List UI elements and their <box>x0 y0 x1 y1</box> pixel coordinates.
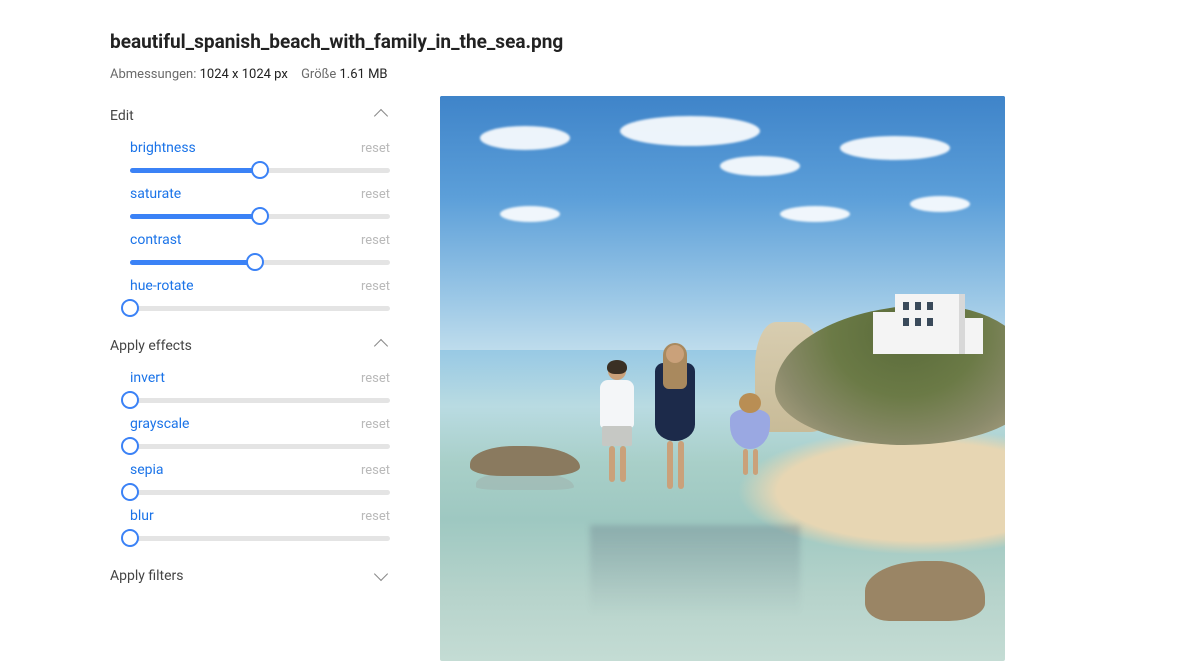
figure-woman <box>655 345 695 489</box>
slider-thumb-blur[interactable] <box>121 529 139 547</box>
slider-thumb-hue-rotate[interactable] <box>121 299 139 317</box>
chevron-up-icon <box>374 339 388 353</box>
slider-thumb-invert[interactable] <box>121 391 139 409</box>
effect-control-sepia: sepia reset <box>130 462 390 502</box>
size-value: 1.61 MB <box>340 67 388 82</box>
section-filters-label: Apply filters <box>110 568 184 584</box>
reset-saturate[interactable]: reset <box>361 187 390 202</box>
reset-invert[interactable]: reset <box>361 371 390 386</box>
slider-label-blur: blur <box>130 508 154 524</box>
reset-sepia[interactable]: reset <box>361 463 390 478</box>
effect-control-blur: blur reset <box>130 508 390 548</box>
dimensions-value: 1024 x 1024 px <box>200 67 288 82</box>
reset-hue-rotate[interactable]: reset <box>361 279 390 294</box>
reset-contrast[interactable]: reset <box>361 233 390 248</box>
section-effects-header[interactable]: Apply effects <box>110 326 390 366</box>
section-filters-header[interactable]: Apply filters <box>110 556 390 596</box>
slider-thumb-sepia[interactable] <box>121 483 139 501</box>
slider-saturate[interactable] <box>130 206 390 226</box>
slider-label-grayscale: grayscale <box>130 416 189 432</box>
slider-label-invert: invert <box>130 370 165 386</box>
slider-brightness[interactable] <box>130 160 390 180</box>
chevron-down-icon <box>374 567 388 581</box>
edit-controls: brightness reset saturate reset contrast rese… <box>110 136 390 326</box>
sidebar: Edit brightnessresetsaturateresetcontras… <box>110 96 390 661</box>
slider-blur[interactable] <box>130 528 390 548</box>
slider-label-contrast: contrast <box>130 232 182 248</box>
slider-label-saturate: saturate <box>130 186 181 202</box>
slider-grayscale[interactable] <box>130 436 390 456</box>
preview-scene <box>440 96 1005 661</box>
slider-thumb-grayscale[interactable] <box>121 437 139 455</box>
section-edit-label: Edit <box>110 108 134 124</box>
section-edit-header[interactable]: Edit <box>110 96 390 136</box>
section-effects-label: Apply effects <box>110 338 192 354</box>
effect-controls: invert reset grayscale reset sepia reset blur r… <box>110 366 390 556</box>
image-preview <box>440 96 1005 661</box>
slider-invert[interactable] <box>130 390 390 410</box>
reset-brightness[interactable]: reset <box>361 141 390 156</box>
slider-sepia[interactable] <box>130 482 390 502</box>
file-title: beautiful_spanish_beach_with_family_in_t… <box>110 30 1200 53</box>
edit-control-saturate: saturate reset <box>130 186 390 226</box>
slider-hue-rotate[interactable] <box>130 298 390 318</box>
slider-thumb-contrast[interactable] <box>246 253 264 271</box>
edit-control-hue-rotate: hue-rotate reset <box>130 278 390 318</box>
reset-blur[interactable]: reset <box>361 509 390 524</box>
slider-contrast[interactable] <box>130 252 390 272</box>
chevron-up-icon <box>374 109 388 123</box>
effect-control-invert: invert reset <box>130 370 390 410</box>
slider-label-hue-rotate: hue-rotate <box>130 278 194 294</box>
slider-label-sepia: sepia <box>130 462 164 478</box>
dimensions-label: Abmessungen: <box>110 67 196 82</box>
figure-girl <box>730 395 770 475</box>
file-meta: Abmessungen: 1024 x 1024 px Größe 1.61 M… <box>110 67 1200 82</box>
slider-label-brightness: brightness <box>130 140 196 156</box>
edit-control-contrast: contrast reset <box>130 232 390 272</box>
slider-thumb-brightness[interactable] <box>251 161 269 179</box>
reset-grayscale[interactable]: reset <box>361 417 390 432</box>
slider-thumb-saturate[interactable] <box>251 207 269 225</box>
edit-control-brightness: brightness reset <box>130 140 390 180</box>
size-label: Größe <box>301 67 336 82</box>
figure-boy <box>600 362 634 482</box>
effect-control-grayscale: grayscale reset <box>130 416 390 456</box>
